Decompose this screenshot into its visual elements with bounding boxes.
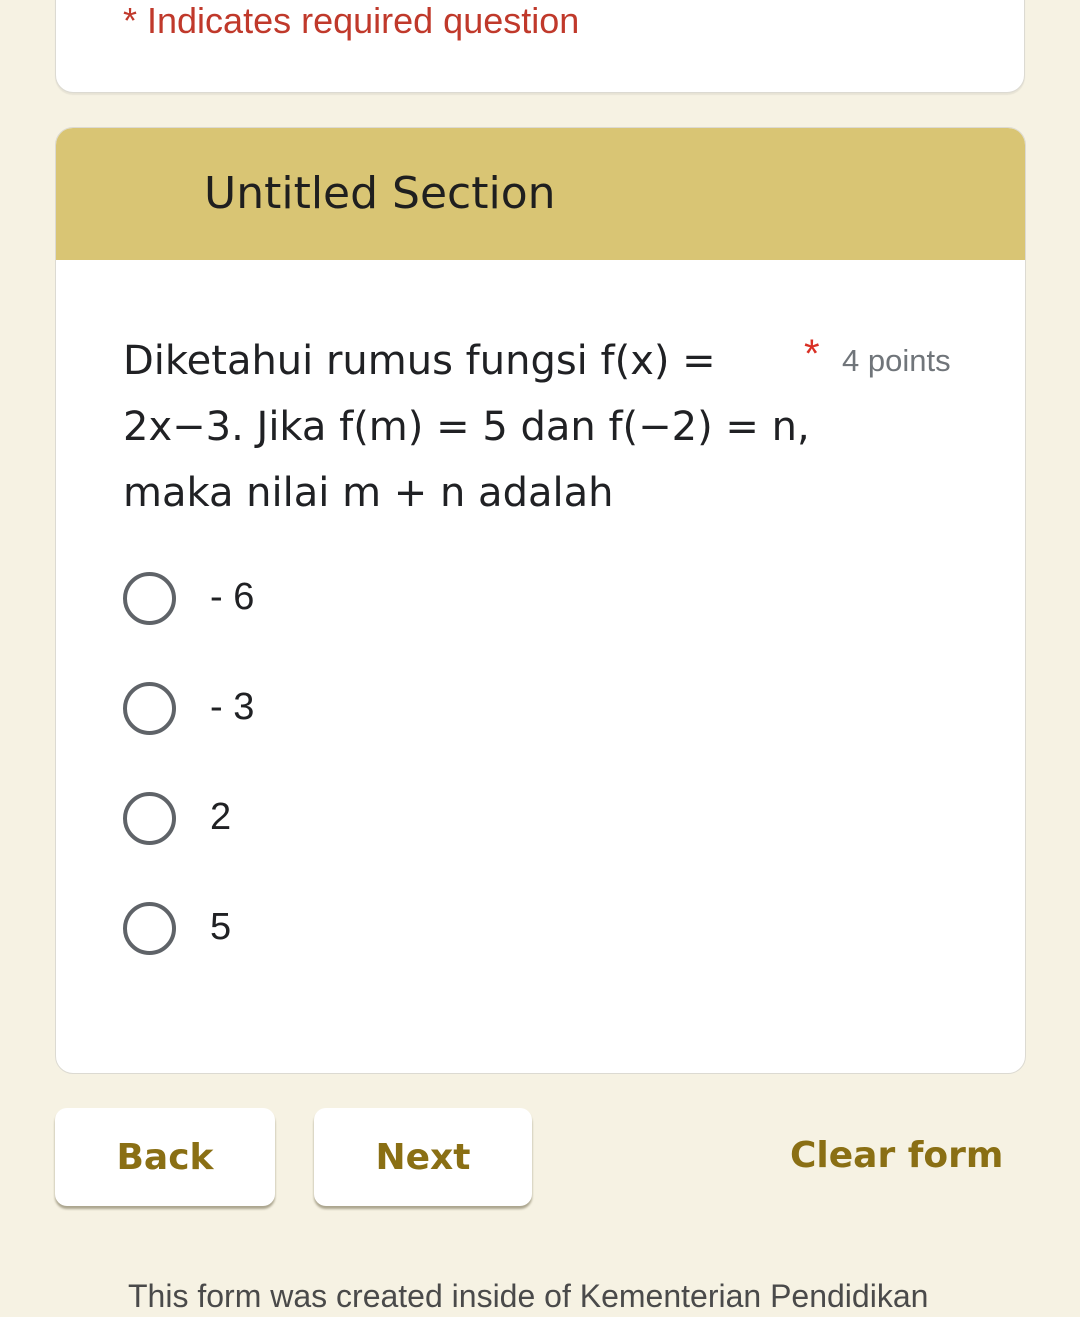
option-label: - 6 bbox=[210, 576, 255, 618]
next-button[interactable]: Next bbox=[314, 1108, 532, 1206]
radio-button[interactable] bbox=[123, 572, 176, 625]
required-question-note: * Indicates required question bbox=[123, 0, 580, 41]
option-label: 2 bbox=[210, 796, 232, 838]
radio-button[interactable] bbox=[123, 682, 176, 735]
section-header: Untitled Section bbox=[56, 128, 1025, 260]
radio-button[interactable] bbox=[123, 902, 176, 955]
clear-form-button[interactable]: Clear form bbox=[790, 1130, 1003, 1182]
required-asterisk-icon: * bbox=[804, 332, 820, 376]
option-item[interactable]: - 3 bbox=[123, 678, 823, 738]
option-item[interactable]: 2 bbox=[123, 788, 823, 848]
radio-button[interactable] bbox=[123, 792, 176, 845]
back-button[interactable]: Back bbox=[55, 1108, 275, 1206]
option-item[interactable]: 5 bbox=[123, 898, 823, 958]
section-card: Untitled Section Diketahui rumus fungsi … bbox=[55, 127, 1026, 1074]
section-title: Untitled Section bbox=[204, 168, 556, 219]
option-item[interactable]: - 6 bbox=[123, 568, 823, 628]
option-label: 5 bbox=[210, 906, 232, 948]
option-label: - 3 bbox=[210, 686, 255, 728]
question-text: Diketahui rumus fungsi f(x) = 2x−3. Jika… bbox=[123, 338, 810, 516]
question-points: 4 points bbox=[842, 343, 951, 378]
form-header-card: * Indicates required question bbox=[55, 0, 1025, 93]
footer-note: This form was created inside of Kementer… bbox=[128, 1278, 929, 1314]
